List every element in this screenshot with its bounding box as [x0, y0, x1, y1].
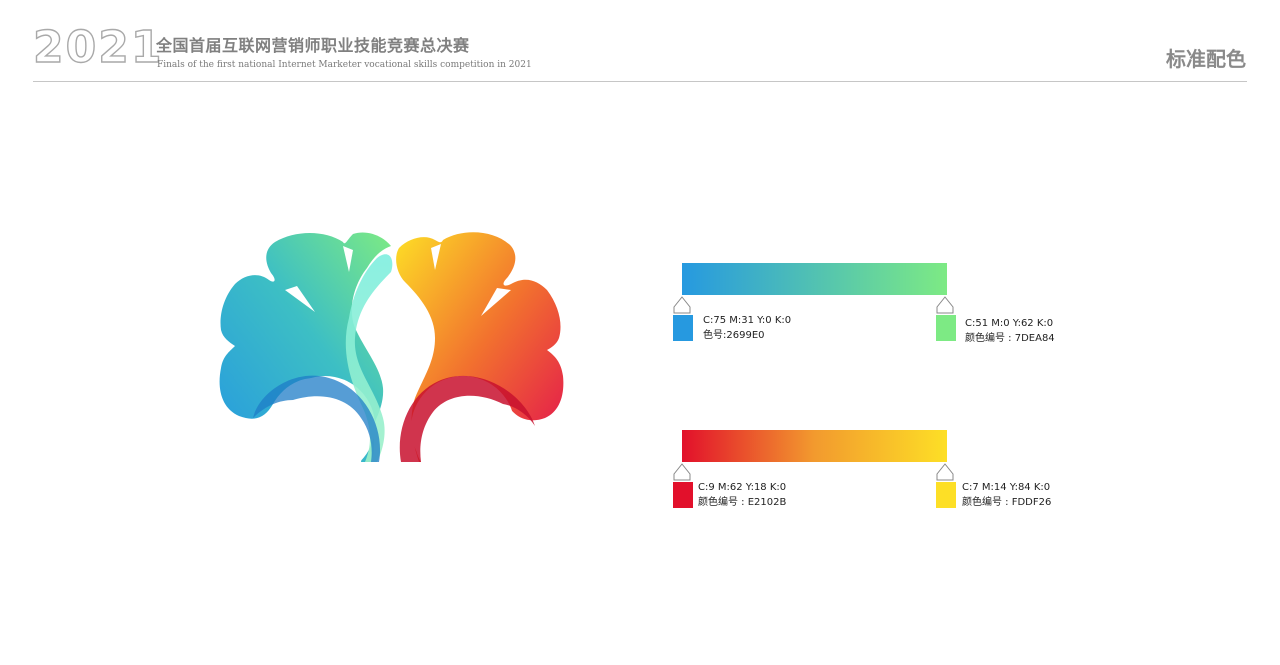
spec-blue: C:75 M:31 Y:0 K:0 色号:2699E0: [703, 313, 791, 343]
spec-green: C:51 M:0 Y:62 K:0 颜色编号 : 7DEA84: [965, 316, 1055, 346]
gradient-bar-blue-green: [682, 263, 947, 295]
code-red: 颜色编号 : E2102B: [698, 497, 787, 508]
spec-yellow: C:7 M:14 Y:84 K:0 颜色编号 : FDDF26: [962, 480, 1051, 510]
pointer-start-icon: [673, 463, 691, 481]
pointer-start-icon: [673, 296, 691, 314]
cmyk-yellow: C:7 M:14 Y:84 K:0: [962, 482, 1051, 493]
cmyk-red: C:9 M:62 Y:18 K:0: [698, 482, 787, 493]
pointer-end-icon: [936, 463, 954, 481]
swatch-red: [673, 482, 693, 508]
swatch-blue: [673, 315, 693, 341]
year-title: 2021: [32, 22, 164, 73]
swatch-green: [936, 315, 956, 341]
header-divider: [33, 81, 1247, 82]
swatch-yellow: [936, 482, 956, 508]
competition-title-en: Finals of the first national Internet Ma…: [157, 60, 532, 70]
gradient-bar-red-yellow: [682, 430, 947, 462]
cmyk-blue: C:75 M:31 Y:0 K:0: [703, 315, 792, 326]
competition-title-cn: 全国首届互联网营销师职业技能竞赛总决赛: [156, 36, 470, 55]
code-yellow: 颜色编号 : FDDF26: [962, 497, 1052, 508]
pointer-end-icon: [936, 296, 954, 314]
header: 2021 全国首届互联网营销师职业技能竞赛总决赛 Finals of the f…: [0, 0, 1280, 90]
spec-red: C:9 M:62 Y:18 K:0 颜色编号 : E2102B: [698, 480, 786, 510]
code-green: 颜色编号 : 7DEA84: [965, 333, 1055, 344]
page-label: 标准配色: [1166, 47, 1246, 71]
code-blue: 色号:2699E0: [703, 330, 765, 341]
ginkgo-logo-icon: [219, 232, 564, 468]
cmyk-green: C:51 M:0 Y:62 K:0: [965, 318, 1054, 329]
